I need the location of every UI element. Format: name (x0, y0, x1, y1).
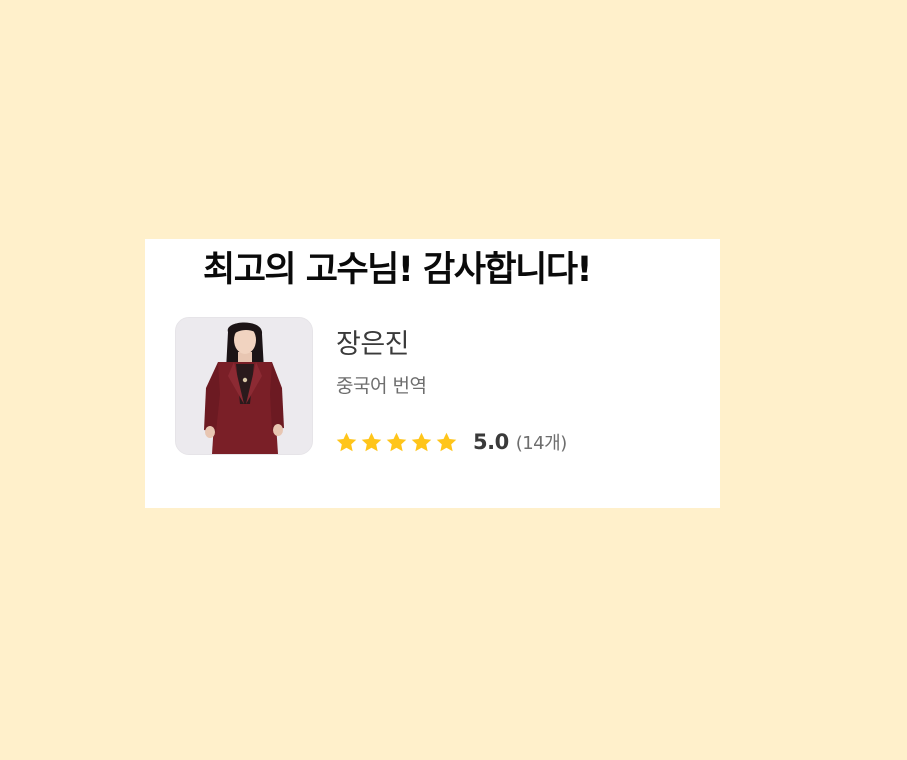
rating-row: 5.0 (14개) (335, 427, 567, 457)
expert-name: 장은진 (336, 329, 410, 360)
rating-score: 5.0 (473, 430, 509, 454)
star-icon (386, 432, 407, 451)
profile-photo[interactable] (175, 317, 313, 455)
person-portrait-image (176, 318, 312, 454)
star-icon (436, 432, 457, 451)
service-category: 중국어 번역 (336, 375, 427, 397)
star-icon (336, 432, 357, 451)
star-icon (411, 432, 432, 451)
review-headline: 최고의 고수님! 감사합니다! (203, 250, 593, 290)
page-background: { "headline": "최고의 고수님! 감사합니다!", "profil… (0, 0, 907, 760)
review-count[interactable]: (14개) (516, 429, 568, 455)
star-rating (335, 431, 460, 454)
review-card: 최고의 고수님! 감사합니다! 장은진 중국어 번역 5.0 (14개) (145, 239, 720, 508)
star-icon (361, 432, 382, 451)
